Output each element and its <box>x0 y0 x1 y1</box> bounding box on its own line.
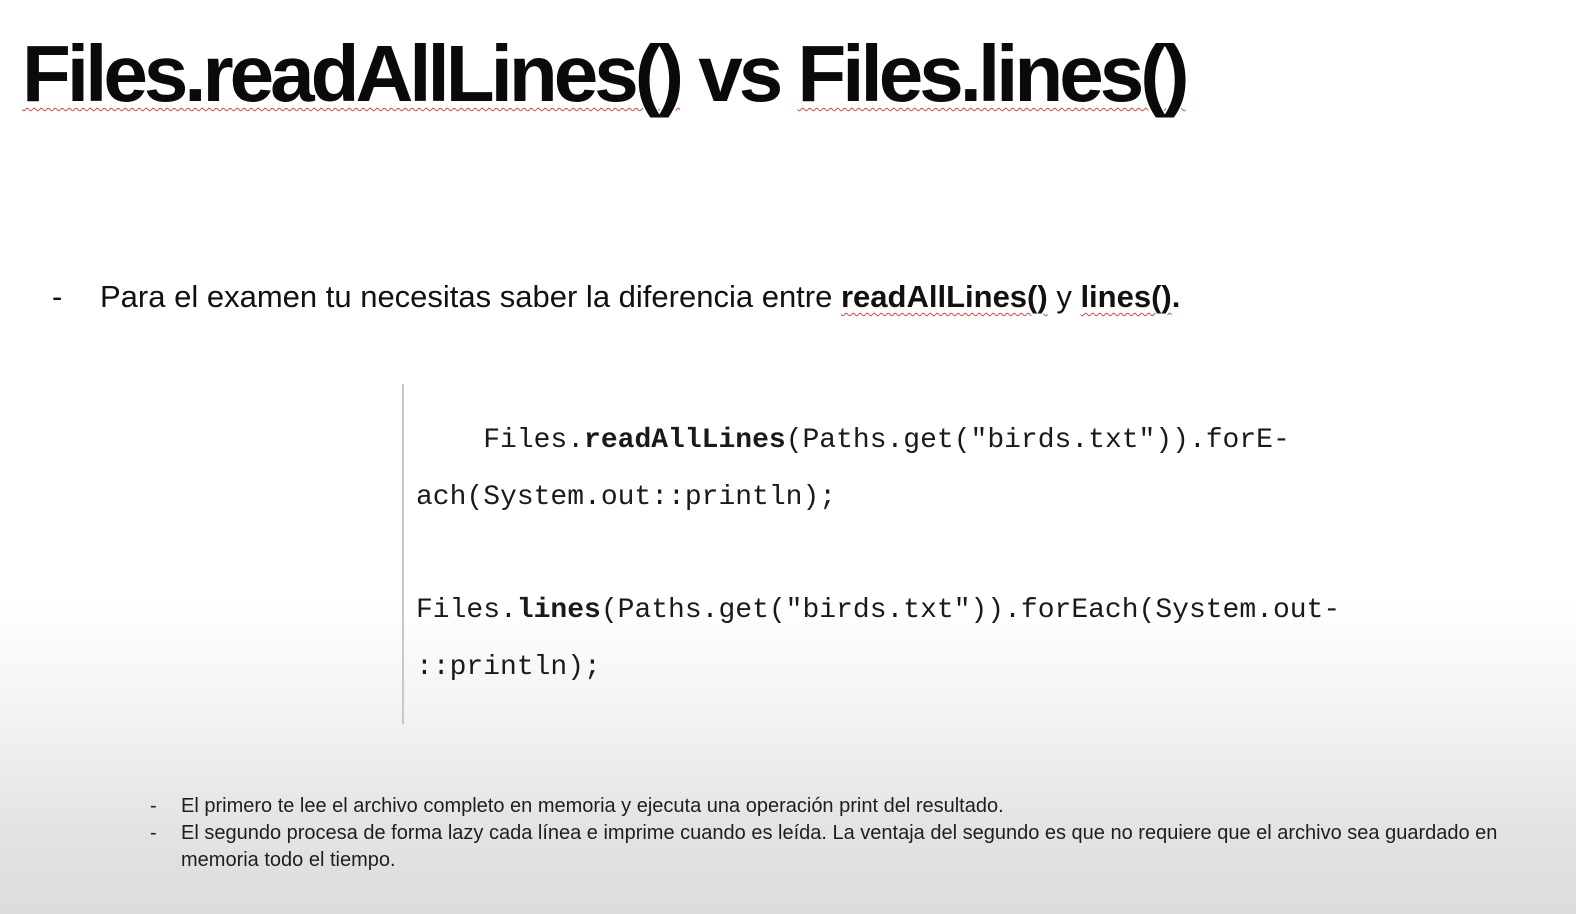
code2-line2: ::println); <box>416 652 601 683</box>
note-item: - El primero te lee el archivo completo … <box>150 793 1530 820</box>
title-vs: vs <box>679 29 798 118</box>
note-dash: - <box>150 822 157 844</box>
bullet-connector: y <box>1047 279 1081 314</box>
note-text: El primero te lee el archivo completo en… <box>181 795 1004 817</box>
code1-suffix: (Paths.get("birds.txt")).forE- <box>785 425 1290 456</box>
code2-prefix: Files. <box>416 595 517 626</box>
slide-title: Files.readAllLines() vs Files.lines() <box>22 26 1190 122</box>
code1-line2: ach(System.out::println); <box>416 482 837 513</box>
note-text: El segundo procesa de forma lazy cada lí… <box>181 822 1498 871</box>
bullet-dash: - <box>52 279 63 314</box>
code1-prefix: Files. <box>483 425 585 456</box>
bullet-text: Para el examen tu necesitas saber la dif… <box>100 279 841 314</box>
code1-indent <box>416 425 483 456</box>
code2-method: lines <box>516 595 601 626</box>
code-readalllines: Files.readAllLines(Paths.get("birds.txt"… <box>416 412 1290 526</box>
notes-list: - El primero te lee el archivo completo … <box>150 793 1530 874</box>
code2-suffix: (Paths.get("birds.txt")).forEach(System.… <box>600 595 1341 626</box>
bullet-method-lines: lines() <box>1080 279 1172 314</box>
code-lines: Files.lines(Paths.get("birds.txt")).forE… <box>416 582 1340 696</box>
bullet-period: . <box>1171 279 1181 314</box>
bullet-method-readalllines: readAllLines() <box>840 279 1048 314</box>
title-files-lines: Files.lines() <box>797 29 1189 118</box>
note-dash: - <box>150 795 157 817</box>
title-files-readalllines: Files.readAllLines() <box>22 29 684 118</box>
main-bullet: - Para el examen tu necesitas saber la di… <box>52 278 1180 316</box>
code-block: Files.readAllLines(Paths.get("birds.txt"… <box>402 384 1504 724</box>
note-item: - El segundo procesa de forma lazy cada … <box>150 820 1530 874</box>
code1-method: readAllLines <box>584 425 786 456</box>
slide: { "slide": { "title": { "part1": "Files.… <box>0 0 1576 914</box>
